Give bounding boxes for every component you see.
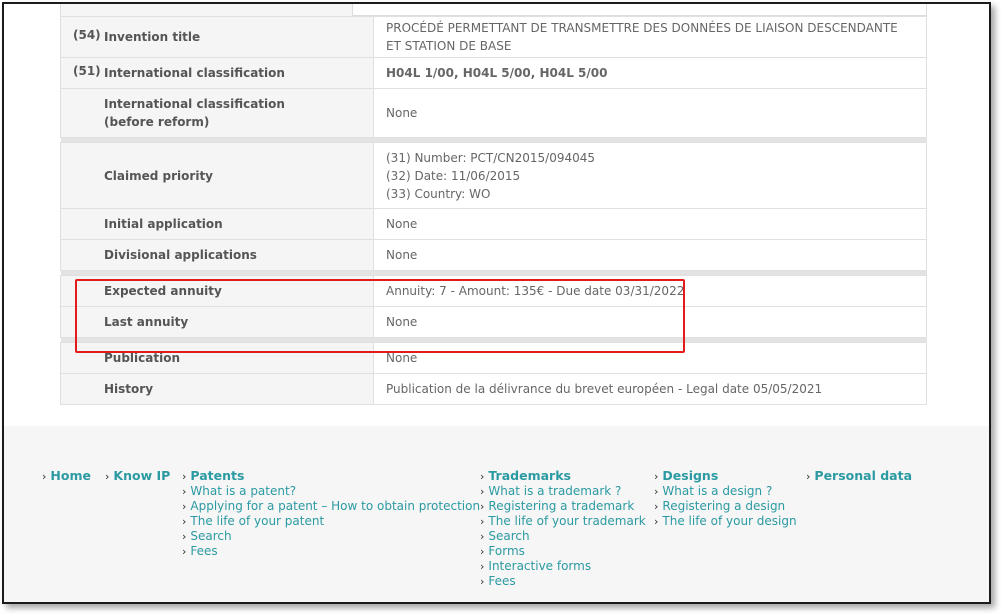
footer-trademarks-title[interactable]: Trademarks <box>488 468 571 483</box>
row-invention-title: (54) Invention title PROCÉDÉ PERMETTANT D… <box>60 16 927 58</box>
chevron-right-icon: › <box>105 470 110 483</box>
row-value: None <box>373 239 927 271</box>
row-initial-application: Initial application None <box>60 208 927 240</box>
footer-designs-link[interactable]: Registering a design <box>662 499 785 513</box>
row-label: Divisional applications <box>104 248 257 262</box>
screenshot-frame: (54) Invention title PROCÉDÉ PERMETTANT D… <box>2 2 991 604</box>
chevron-right-icon: › <box>480 560 485 573</box>
chevron-right-icon: › <box>654 470 659 483</box>
chevron-right-icon: › <box>480 485 485 498</box>
footer-home-link[interactable]: Home <box>50 468 91 483</box>
footer-patents-link[interactable]: What is a patent? <box>190 484 296 498</box>
row-claimed-priority: Claimed priority (31) Number: PCT/CN2015… <box>60 142 927 209</box>
chevron-right-icon: › <box>480 515 485 528</box>
footer-designs-title[interactable]: Designs <box>662 468 718 483</box>
footer-trademarks-link[interactable]: Fees <box>488 574 515 588</box>
row-value: H04L 1/00, H04L 5/00, H04L 5/00 <box>373 57 927 89</box>
row-label: International classification (before ref… <box>104 97 285 129</box>
footer-trademarks: › Trademarks › What is a trademark ? › Regi… <box>480 468 646 589</box>
chevron-right-icon: › <box>42 470 47 483</box>
chevron-right-icon: › <box>806 470 811 483</box>
footer-designs-link[interactable]: The life of your design <box>662 514 796 528</box>
row-number: (54) <box>73 28 101 42</box>
row-label: Initial application <box>104 217 223 231</box>
footer-patents-link[interactable]: Fees <box>190 544 217 558</box>
chevron-right-icon: › <box>182 485 187 498</box>
chevron-right-icon: › <box>182 530 187 543</box>
footer-trademarks-link[interactable]: What is a trademark ? <box>488 484 621 498</box>
footer-patents: › Patents › What is a patent? › Applying fo… <box>182 468 480 559</box>
row-number: (51) <box>73 64 101 78</box>
chevron-right-icon: › <box>480 500 485 513</box>
chevron-right-icon: › <box>654 485 659 498</box>
chevron-right-icon: › <box>654 515 659 528</box>
footer-know-ip-link[interactable]: Know IP <box>113 468 170 483</box>
row-label: International classification <box>104 66 285 80</box>
footer-personal-data-link[interactable]: Personal data <box>814 468 912 483</box>
priority-country: (33) Country: WO <box>386 186 491 201</box>
footer-know-ip[interactable]: › Know IP <box>105 468 170 484</box>
footer-trademarks-link[interactable]: Registering a trademark <box>488 499 634 513</box>
footer-designs: › Designs › What is a design ? › Registerin… <box>654 468 797 529</box>
row-value: None <box>373 208 927 240</box>
row-label: Invention title <box>104 30 201 44</box>
footer-patents-link[interactable]: Search <box>190 529 231 543</box>
chevron-right-icon: › <box>480 545 485 558</box>
footer-patents-link[interactable]: Applying for a patent – How to obtain pr… <box>190 499 480 513</box>
footer-trademarks-link[interactable]: Forms <box>488 544 524 558</box>
priority-date: (32) Date: 11/06/2015 <box>386 168 521 183</box>
row-history: History Publication de la délivrance du … <box>60 373 927 405</box>
row-value: None <box>373 88 927 138</box>
row-divisional-applications: Divisional applications None <box>60 239 927 271</box>
previous-row-stub <box>60 4 927 16</box>
footer-trademarks-link[interactable]: Interactive forms <box>488 559 591 573</box>
footer-personal-data[interactable]: › Personal data <box>806 468 912 484</box>
chevron-right-icon: › <box>480 470 485 483</box>
priority-number: (31) Number: PCT/CN2015/094045 <box>386 150 596 165</box>
chevron-right-icon: › <box>182 470 187 483</box>
site-footer: › Home › Know IP › Patents › What is a paten… <box>4 426 989 602</box>
patent-details: (54) Invention title PROCÉDÉ PERMETTANT D… <box>4 4 989 426</box>
row-intl-class-before: International classification (before ref… <box>60 88 927 138</box>
row-label: History <box>104 382 154 396</box>
chevron-right-icon: › <box>182 515 187 528</box>
chevron-right-icon: › <box>480 530 485 543</box>
chevron-right-icon: › <box>182 545 187 558</box>
footer-designs-link[interactable]: What is a design ? <box>662 484 772 498</box>
row-intl-class: (51) International classification H04L 1/… <box>60 57 927 89</box>
chevron-right-icon: › <box>480 575 485 588</box>
footer-home[interactable]: › Home <box>42 468 91 484</box>
row-value: Publication de la délivrance du brevet e… <box>373 373 927 405</box>
chevron-right-icon: › <box>654 500 659 513</box>
chevron-right-icon: › <box>182 500 187 513</box>
row-label: Claimed priority <box>104 168 213 183</box>
footer-patents-title[interactable]: Patents <box>190 468 244 483</box>
row-value: PROCÉDÉ PERMETTANT DE TRANSMETTRE DES DO… <box>373 16 927 58</box>
footer-trademarks-link[interactable]: The life of your trademark <box>488 514 645 528</box>
footer-trademarks-link[interactable]: Search <box>488 529 529 543</box>
annuity-highlight-box <box>75 279 685 353</box>
row-value: (31) Number: PCT/CN2015/094045 (32) Date… <box>373 142 927 209</box>
footer-patents-link[interactable]: The life of your patent <box>190 514 324 528</box>
